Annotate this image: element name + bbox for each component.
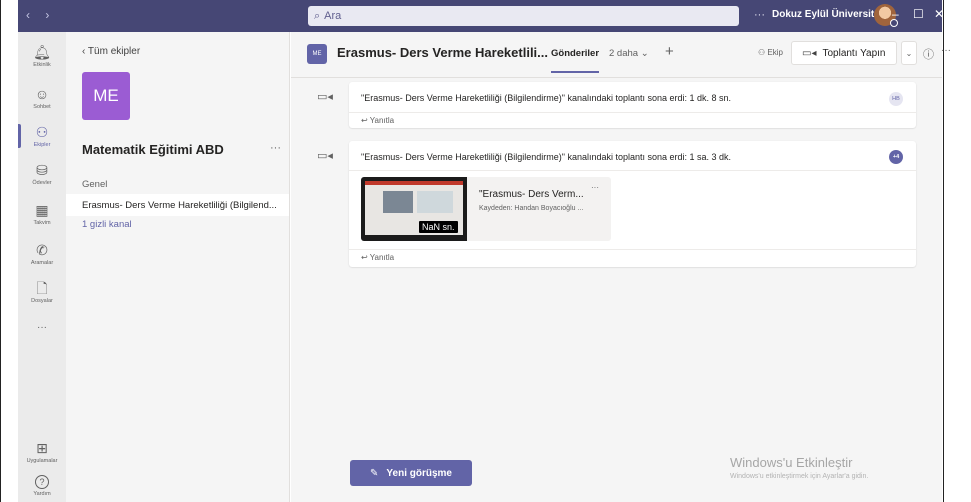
message-text: "Erasmus- Ders Verme Hareketliliği (Bilg… — [361, 93, 732, 103]
channel-title: Erasmus- Ders Verme Hareketlili... — [337, 45, 549, 60]
team-button[interactable]: ⚇ Ekip — [758, 48, 783, 57]
apps-icon: ⊞ — [36, 440, 48, 456]
reply-link[interactable]: ↩ Yanıtla — [361, 116, 394, 125]
recording-duration: NaN sn. — [419, 221, 458, 233]
divider — [349, 249, 916, 250]
divider — [349, 112, 916, 113]
channel-header: ME Erasmus- Ders Verme Hareketlili... Gö… — [291, 32, 951, 78]
assignments-icon: ⛁ — [36, 162, 48, 178]
all-teams-link[interactable]: ‹ Tüm ekipler — [82, 46, 140, 57]
search-icon: ⌕ — [314, 9, 321, 22]
video-camera-icon: ▭◂ — [802, 47, 817, 59]
slide-text — [417, 191, 453, 213]
recording-more-icon[interactable]: ··· — [591, 183, 599, 192]
org-name[interactable]: Dokuz Eylül Üniversitesi — [772, 9, 888, 20]
recording-title[interactable]: "Erasmus- Ders Verm... — [479, 189, 584, 200]
message-card: "Erasmus- Ders Verme Hareketliliği (Bilg… — [349, 82, 916, 128]
chevron-down-icon[interactable]: ⌄ — [901, 41, 917, 65]
rail-item-assignments[interactable]: ⛁ Ödevler — [18, 152, 66, 196]
rail-item-help[interactable]: ? Yardım — [18, 464, 66, 502]
slide-header-bar — [365, 181, 463, 185]
title-bar: ‹ › ⌕ Ara ··· Dokuz Eylül Üniversitesi –… — [18, 0, 944, 32]
new-conversation-label: Yeni görüşme — [386, 467, 452, 479]
recording-author: Kaydeden: Handan Boyacıoğlu ... — [479, 205, 584, 212]
team-name: Matematik Eğitimi ABD — [82, 142, 224, 157]
minimize-button[interactable]: – — [892, 7, 899, 21]
channel-erasmus[interactable]: Erasmus- Ders Verme Hareketliliği (Bilgi… — [66, 194, 289, 216]
help-icon: ? — [35, 475, 49, 489]
nav-arrows[interactable]: ‹ › — [26, 8, 55, 22]
divider — [349, 170, 916, 171]
meet-now-label: Toplantı Yapın — [822, 47, 886, 59]
meeting-icon: ▭◂ — [317, 91, 333, 103]
teams-icon: ⚇ — [35, 124, 49, 140]
hidden-channels-link[interactable]: 1 gizli kanal — [82, 219, 132, 230]
message-text: "Erasmus- Ders Verme Hareketliliği (Bilg… — [361, 152, 732, 162]
rail-item-calendar[interactable]: ▦ Takvim — [18, 192, 66, 236]
app-rail: 🔔︎ Etkinlik ☺ Sohbet ⚇ Ekipler ⛁ Ödevler… — [18, 32, 66, 502]
edit-icon: ✎ — [370, 467, 379, 479]
slide-picture — [383, 191, 413, 213]
tab-posts[interactable]: Gönderiler — [551, 48, 600, 73]
calendar-icon: ▦ — [35, 202, 49, 218]
participant-badge[interactable]: +4 — [889, 150, 903, 164]
channel-avatar: ME — [307, 44, 327, 64]
participant-badge[interactable]: HB — [889, 92, 903, 106]
search-placeholder: Ara — [324, 10, 342, 22]
bell-icon: 🔔︎ — [33, 44, 51, 60]
new-conversation-button[interactable]: ✎ Yeni görüşme — [350, 460, 472, 486]
rail-item-activity[interactable]: 🔔︎ Etkinlik — [18, 34, 66, 78]
outer-scroll-region — [943, 0, 971, 502]
activation-watermark-title: Windows'u Etkinleştir — [730, 455, 853, 470]
activation-watermark-text: Windows'u etkinleştirmek için Ayarlar'a … — [730, 473, 869, 480]
team-panel: ‹ Tüm ekipler ME Matematik Eğitimi ABD ·… — [66, 32, 290, 502]
rail-item-more[interactable]: ··· — [18, 306, 66, 350]
channel-general[interactable]: Genel — [82, 179, 107, 190]
chat-icon: ☺ — [34, 86, 50, 102]
more-options-icon[interactable]: ··· — [754, 9, 765, 21]
recording-card[interactable]: NaN sn. "Erasmus- Ders Verm... Kaydeden:… — [361, 177, 611, 241]
add-tab-button[interactable]: + — [665, 43, 674, 60]
team-more-icon[interactable]: ··· — [270, 142, 281, 154]
file-icon: 🗋 — [36, 280, 48, 296]
more-icon: ··· — [37, 322, 47, 333]
recording-thumbnail[interactable]: NaN sn. — [361, 177, 467, 241]
reply-link[interactable]: ↩ Yanıtla — [361, 253, 394, 262]
search-input[interactable]: ⌕ Ara — [308, 6, 739, 26]
info-icon[interactable]: ⓘ — [923, 46, 934, 62]
channel-erasmus-label: Erasmus- Ders Verme Hareketliliği (Bilgi… — [82, 199, 277, 211]
channel-more-icon[interactable]: ··· — [941, 45, 951, 56]
maximize-button[interactable]: ☐ — [913, 7, 924, 21]
meeting-icon: ▭◂ — [317, 150, 333, 162]
team-avatar: ME — [82, 72, 130, 120]
channel-main: ME Erasmus- Ders Verme Hareketlili... Gö… — [291, 32, 951, 502]
message-card: "Erasmus- Ders Verme Hareketliliği (Bilg… — [349, 141, 916, 267]
meet-now-button[interactable]: ▭◂ Toplantı Yapın — [791, 41, 897, 65]
team-small-icon: ⚇ — [758, 48, 768, 57]
phone-icon: ✆ — [36, 242, 48, 258]
tab-more[interactable]: 2 daha ⌄ — [609, 48, 649, 59]
